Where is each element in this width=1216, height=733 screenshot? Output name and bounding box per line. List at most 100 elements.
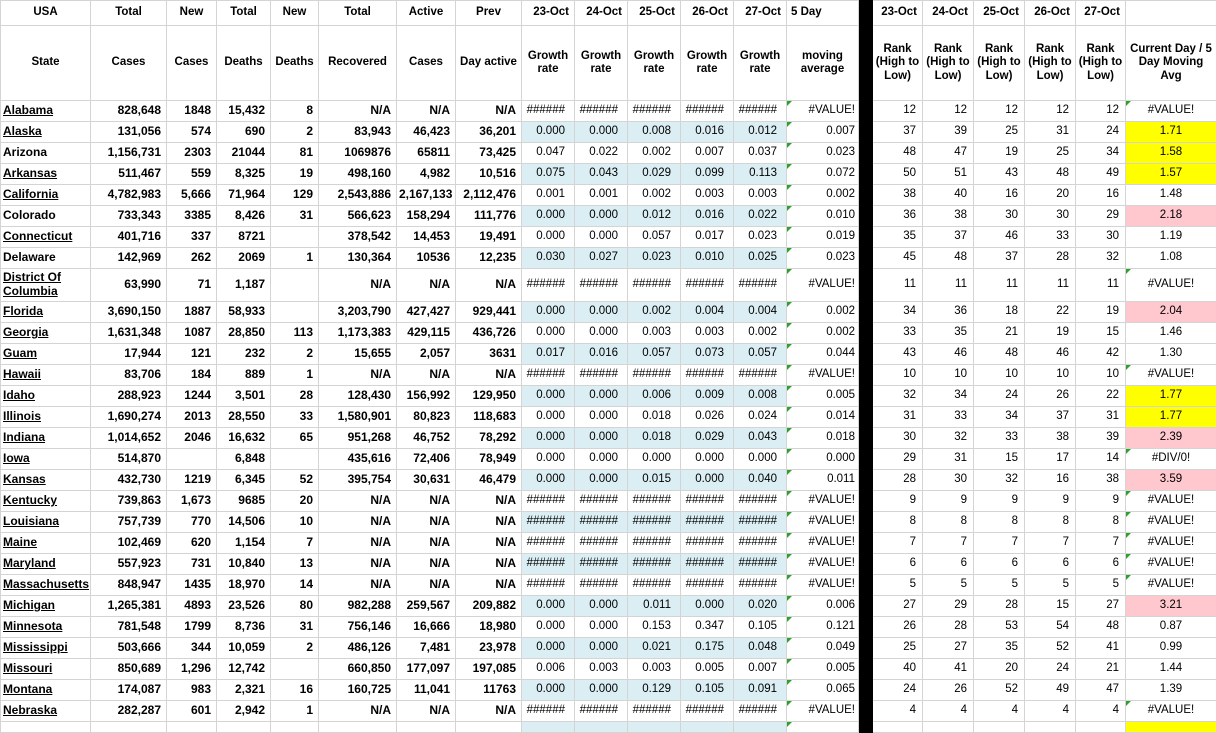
header-bottom-new-deaths[interactable]: Deaths [271,26,319,101]
cell-rank-25-oct[interactable]: 15 [974,449,1025,470]
cell-new-deaths[interactable]: 2 [271,344,319,365]
cell-rank-27-oct[interactable]: 38 [1076,470,1126,491]
cell-total-deaths[interactable]: 8,325 [217,164,271,185]
cell-growth-24-oct[interactable]: 0.000 [575,407,628,428]
cell-5-day-moving-average[interactable]: #VALUE! [787,269,859,302]
cell-growth-27-oct[interactable]: 0.024 [734,407,787,428]
cell-total-recovered[interactable]: 3,203,790 [319,302,397,323]
cell-new-deaths[interactable]: 52 [271,470,319,491]
cell-rank-24-oct[interactable]: 51 [923,164,974,185]
cell-rank-25-oct[interactable]: 46 [974,227,1025,248]
cell-new-cases[interactable] [167,722,217,733]
cell-growth-27-oct[interactable]: 0.008 [734,386,787,407]
cell-active-cases[interactable]: 14,453 [397,227,456,248]
cell-rank-24-oct[interactable]: 12 [923,101,974,122]
cell-prev-day-active[interactable]: 10,516 [456,164,522,185]
cell-rank-26-oct[interactable]: 49 [1025,680,1076,701]
cell-current-day-ratio[interactable]: 3.59 [1126,470,1216,491]
cell-state[interactable]: Nebraska [1,701,91,722]
cell-rank-25-oct[interactable]: 18 [974,302,1025,323]
cell-state[interactable]: Georgia [1,323,91,344]
header-top-new-deaths[interactable]: New [271,1,319,26]
cell-growth-24-oct[interactable]: 0.043 [575,164,628,185]
cell-active-cases[interactable]: 72,406 [397,449,456,470]
cell-new-cases[interactable]: 2013 [167,407,217,428]
cell-total-cases[interactable]: 401,716 [91,227,167,248]
cell-growth-27-oct[interactable]: ###### [734,512,787,533]
cell-prev-day-active[interactable]: N/A [456,365,522,386]
cell-growth-25-oct[interactable]: 0.003 [628,659,681,680]
cell-5-day-moving-average[interactable]: 0.121 [787,617,859,638]
cell-active-cases[interactable]: 2,167,133 [397,185,456,206]
cell-5-day-moving-average[interactable]: 0.010 [787,206,859,227]
cell-growth-23-oct[interactable]: 0.000 [522,407,575,428]
cell-growth-23-oct[interactable]: 0.001 [522,185,575,206]
cell-growth-24-oct[interactable]: 0.000 [575,617,628,638]
cell-state[interactable]: Mississippi [1,638,91,659]
cell-total-deaths[interactable]: 1,154 [217,533,271,554]
cell-new-cases[interactable]: 1435 [167,575,217,596]
cell-growth-26-oct[interactable]: 0.105 [681,680,734,701]
cell-total-deaths[interactable]: 2,942 [217,701,271,722]
cell-prev-day-active[interactable]: 11763 [456,680,522,701]
cell-rank-27-oct[interactable]: 12 [1076,101,1126,122]
cell-growth-23-oct[interactable]: 0.000 [522,596,575,617]
cell-rank-26-oct[interactable]: 15 [1025,596,1076,617]
cell-growth-25-oct[interactable]: 0.057 [628,344,681,365]
cell-state[interactable]: Massachusetts [1,575,91,596]
cell-rank-27-oct[interactable] [1076,722,1126,733]
cell-current-day-ratio[interactable]: 1.30 [1126,344,1216,365]
cell-new-deaths[interactable]: 19 [271,164,319,185]
header-top-growth-24-oct[interactable]: 24-Oct [575,1,628,26]
cell-prev-day-active[interactable]: N/A [456,533,522,554]
cell-growth-27-oct[interactable]: ###### [734,701,787,722]
cell-current-day-ratio[interactable]: 3.21 [1126,596,1216,617]
cell-total-recovered[interactable]: 83,943 [319,122,397,143]
cell-growth-25-oct[interactable]: 0.129 [628,680,681,701]
cell-state[interactable]: Louisiana [1,512,91,533]
cell-total-cases[interactable]: 3,690,150 [91,302,167,323]
cell-growth-26-oct[interactable]: 0.000 [681,596,734,617]
cell-total-cases[interactable]: 102,469 [91,533,167,554]
cell-rank-26-oct[interactable]: 33 [1025,227,1076,248]
header-top-rank-26-oct[interactable]: 26-Oct [1025,1,1076,26]
cell-state[interactable]: Alaska [1,122,91,143]
cell-active-cases[interactable]: 46,752 [397,428,456,449]
cell-total-cases[interactable]: 83,706 [91,365,167,386]
cell-new-cases[interactable]: 1,296 [167,659,217,680]
cell-total-deaths[interactable]: 8,426 [217,206,271,227]
cell-active-cases[interactable]: N/A [397,101,456,122]
cell-total-recovered[interactable]: N/A [319,533,397,554]
cell-growth-26-oct[interactable]: ###### [681,554,734,575]
cell-growth-23-oct[interactable]: 0.000 [522,470,575,491]
cell-growth-24-oct[interactable]: ###### [575,365,628,386]
cell-growth-24-oct[interactable]: 0.000 [575,206,628,227]
cell-current-day-ratio[interactable] [1126,722,1216,733]
cell-new-cases[interactable]: 2046 [167,428,217,449]
cell-new-cases[interactable]: 1219 [167,470,217,491]
cell-state[interactable]: Iowa [1,449,91,470]
header-bottom-growth-26-oct[interactable]: Growth rate [681,26,734,101]
cell-5-day-moving-average[interactable]: 0.002 [787,323,859,344]
cell-rank-24-oct[interactable] [923,722,974,733]
header-bottom-rank-24-oct[interactable]: Rank (High to Low) [923,26,974,101]
cell-growth-24-oct[interactable]: 0.003 [575,659,628,680]
cell-rank-26-oct[interactable]: 38 [1025,428,1076,449]
cell-growth-25-oct[interactable]: 0.000 [628,449,681,470]
cell-5-day-moving-average[interactable]: 0.011 [787,470,859,491]
cell-total-cases[interactable]: 142,969 [91,248,167,269]
cell-new-cases[interactable]: 3385 [167,206,217,227]
cell-5-day-moving-average[interactable]: #VALUE! [787,533,859,554]
cell-growth-27-oct[interactable]: 0.025 [734,248,787,269]
cell-active-cases[interactable]: 427,427 [397,302,456,323]
cell-growth-27-oct[interactable]: 0.105 [734,617,787,638]
cell-new-cases[interactable]: 71 [167,269,217,302]
cell-growth-26-oct[interactable]: ###### [681,365,734,386]
cell-new-deaths[interactable]: 2 [271,638,319,659]
cell-rank-27-oct[interactable]: 10 [1076,365,1126,386]
cell-growth-23-oct[interactable]: 0.000 [522,323,575,344]
cell-rank-23-oct[interactable]: 8 [873,512,923,533]
cell-5-day-moving-average[interactable]: #VALUE! [787,701,859,722]
cell-rank-23-oct[interactable]: 25 [873,638,923,659]
cell-active-cases[interactable]: 7,481 [397,638,456,659]
